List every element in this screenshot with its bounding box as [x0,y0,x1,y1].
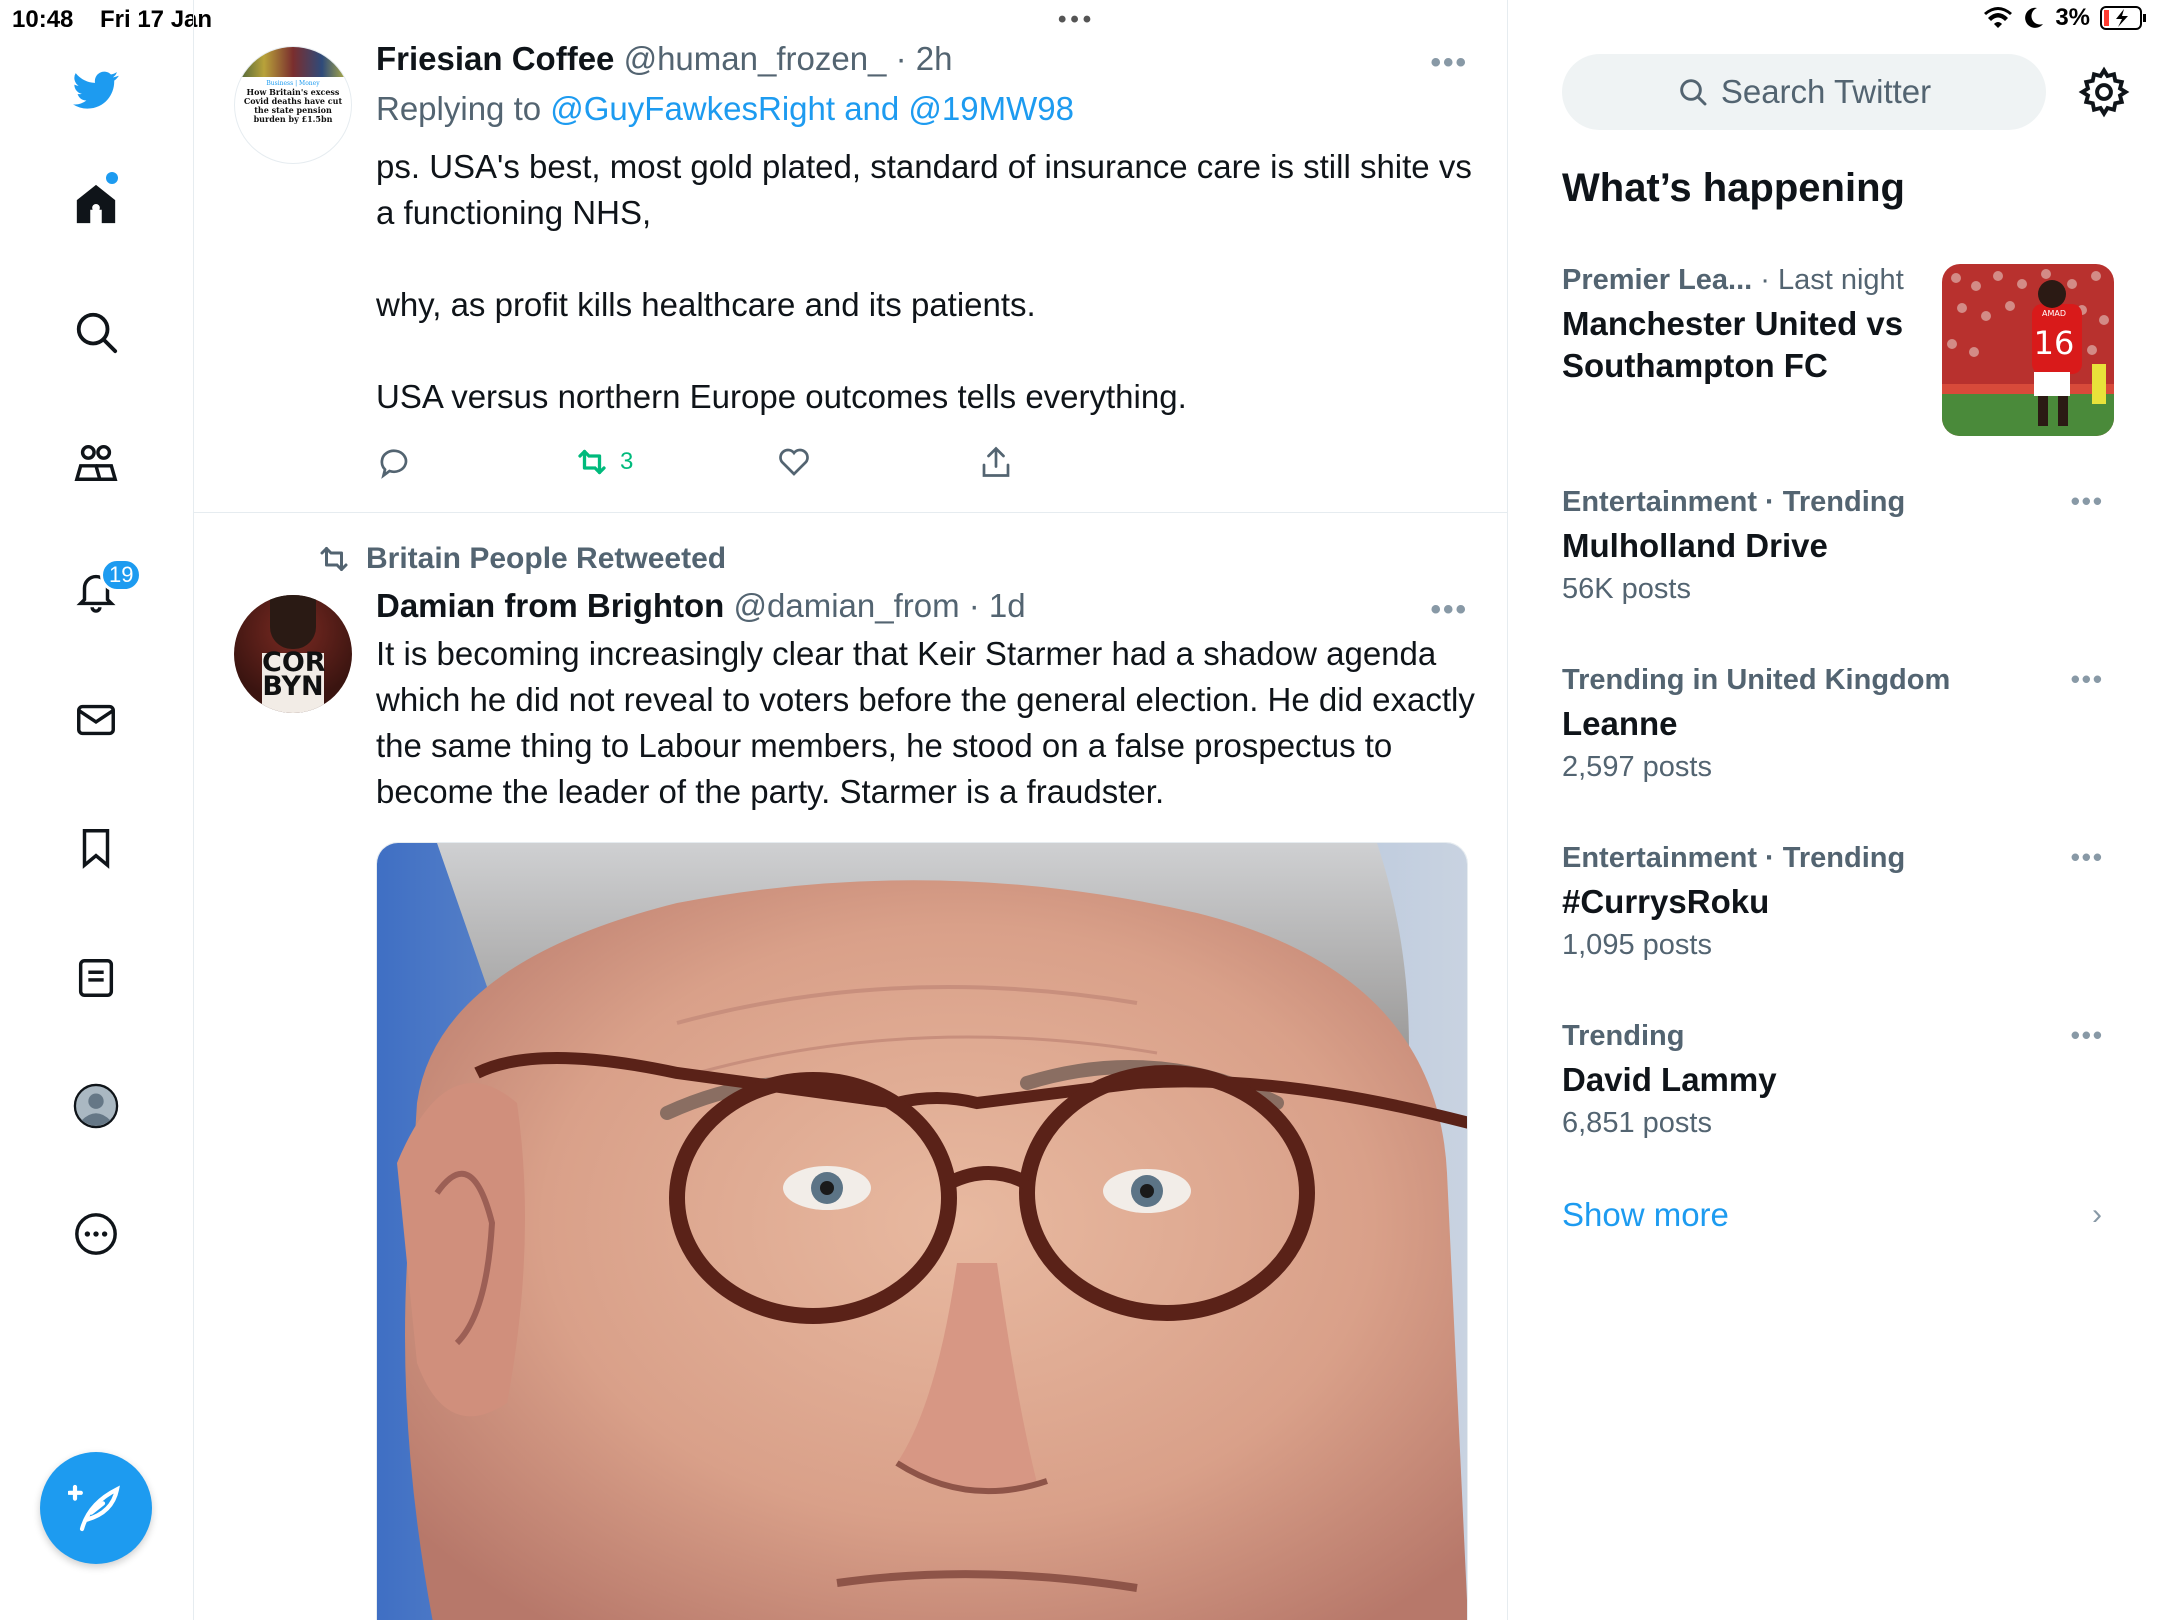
tweet-handle-time: @damian_from · 1d [733,587,1026,624]
tweet-handle-time: @human_frozen_ · 2h [623,40,953,77]
football-player-illustration: AMAD 16 [1942,264,2114,436]
reply-icon [380,449,408,479]
right-sidebar: Search Twitter What’s happening Premier … [1562,0,2160,1620]
tweet-paragraph: ps. USA's best, most gold plated, standa… [376,148,1472,231]
retweet-count: 3 [620,448,634,475]
home-unread-dot [106,172,118,184]
twitter-logo-icon[interactable] [70,64,122,116]
trend-post-count: 2,597 posts [1562,751,1712,783]
tweet-media-image[interactable] [376,842,1468,1620]
search-icon[interactable] [70,306,122,358]
show-more-link[interactable]: Show more [1562,1196,1729,1234]
retweeted-by: Britain People Retweeted [316,541,726,577]
search-icon [1680,79,1707,106]
replying-to-label: Replying to [376,90,551,127]
like-button[interactable] [776,444,812,480]
communities-icon[interactable] [70,436,122,488]
reply-button[interactable] [376,444,412,480]
settings-gear-icon[interactable] [2078,66,2130,118]
notification-count-badge: 19 [100,558,143,592]
trend-item[interactable]: Trending in United Kingdom Leanne 2,597 … [1562,664,2122,784]
tweet-content: Friesian Coffee @human_frozen_ · 2h Repl… [376,40,1476,420]
trend-item[interactable]: Premier Lea... · Last night Manchester U… [1562,264,1932,387]
trend-title: Manchester United vs Southampton FC [1562,305,1904,384]
more-options-icon[interactable] [70,1208,122,1260]
trend-title: David Lammy [1562,1061,1777,1098]
replying-to: Replying to @GuyFawkesRight and @19MW98 [376,90,1476,128]
tweet-text: It is becoming increasingly clear that K… [376,635,1475,810]
trend-more-icon[interactable]: ••• [2071,486,2104,517]
tweet-author-name[interactable]: Friesian Coffee [376,40,614,77]
compose-tweet-button[interactable] [40,1452,152,1564]
lists-icon[interactable] [70,952,122,1004]
home-icon[interactable] [70,178,122,230]
tweet-header: Damian from Brighton @damian_from · 1d [376,587,1476,625]
retweet-small-icon [320,547,348,571]
share-button[interactable] [978,444,1014,480]
trend-category: Trending [1562,1020,1685,1052]
trend-thumbnail-image[interactable]: AMAD 16 [1942,264,2114,436]
trend-category-label: Premier Lea... [1562,264,1753,296]
jersey-name: AMAD [2042,309,2066,318]
retweeted-by-label[interactable]: Britain People Retweeted [366,542,726,576]
portrait-illustration [377,843,1467,1620]
retweet-icon [578,449,606,475]
tweet-paragraph: why, as profit kills healthcare and its … [376,286,1036,323]
trend-category: Trending in United Kingdom [1562,664,1951,696]
avatar-face [270,595,316,649]
trend-item[interactable]: Trending David Lammy 6,851 posts ••• [1562,1020,2122,1140]
whats-happening-heading: What’s happening [1562,166,1905,210]
trend-more-icon[interactable]: ••• [2071,842,2104,873]
chevron-right-icon[interactable]: › [2092,1198,2102,1232]
avatar-headline-line: burden by £1.5bn [253,114,333,124]
tweet-paragraph: USA versus northern Europe outcomes tell… [376,378,1187,415]
messages-envelope-icon[interactable] [70,694,122,746]
bookmark-icon[interactable] [70,822,122,874]
trend-post-count: 56K posts [1562,573,1691,605]
trend-more-icon[interactable]: ••• [2071,1020,2104,1051]
tweet-text: ps. USA's best, most gold plated, standa… [376,144,1476,420]
feather-plus-icon [68,1484,120,1532]
tweet-content: Damian from Brighton @damian_from · 1d I… [376,587,1476,815]
trend-category: Entertainment · Trending [1562,486,1906,518]
jersey-number: 16 [2034,324,2075,362]
trend-item[interactable]: Entertainment · Trending Mulholland Driv… [1562,486,2122,606]
search-placeholder: Search Twitter [1720,73,1932,110]
tweet[interactable]: Business | Money How Britain's excess Co… [194,0,1507,512]
trend-title: #CurrysRoku [1562,883,1770,920]
left-navigation: 19 [0,0,194,1620]
trend-category: Entertainment · Trending [1562,842,1906,874]
retweet-button[interactable]: 3 [574,444,633,480]
avatar-photo-strip [235,47,351,77]
trend-category: Premier Lea... · Last night [1562,264,1932,297]
search-input[interactable]: Search Twitter [1562,54,2046,130]
trend-time: · Last night [1752,264,1904,296]
profile-avatar-icon[interactable] [70,1080,122,1132]
avatar-shirt-text: COR BYN [262,649,326,702]
share-icon [982,446,1010,477]
trend-post-count: 1,095 posts [1562,929,1712,961]
avatar-shirt-text-line: BYN [262,671,324,702]
tweet-more-icon[interactable]: ••• [1430,46,1468,80]
tweet-avatar[interactable]: Business | Money How Britain's excess Co… [234,46,352,164]
trend-more-icon[interactable]: ••• [2071,664,2104,695]
replying-to-link[interactable]: @GuyFawkesRight and @19MW98 [550,90,1074,127]
timeline: Business | Money How Britain's excess Co… [194,0,1508,1620]
heart-icon [779,448,809,476]
tweet-avatar[interactable]: COR BYN [234,595,352,713]
trend-post-count: 6,851 posts [1562,1107,1712,1139]
tweet-more-icon[interactable]: ••• [1430,593,1468,627]
tweet-header: Friesian Coffee @human_frozen_ · 2h [376,40,1476,78]
trend-title: Mulholland Drive [1562,527,1828,564]
trend-item[interactable]: Entertainment · Trending #CurrysRoku 1,0… [1562,842,2122,962]
tweet-author-name[interactable]: Damian from Brighton [376,587,724,624]
avatar-headline: Business | Money How Britain's excess Co… [235,77,351,126]
trend-title: Leanne [1562,705,1678,742]
